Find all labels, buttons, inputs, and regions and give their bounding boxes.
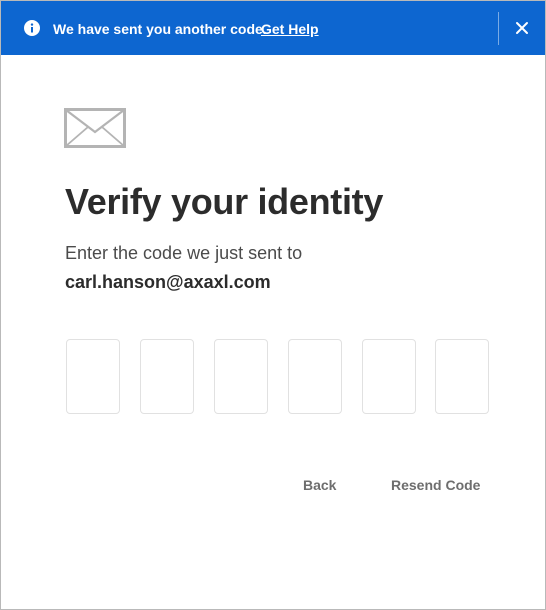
code-digit-5[interactable] <box>362 339 416 414</box>
get-help-link[interactable]: Get Help <box>261 20 319 38</box>
info-icon <box>24 20 40 36</box>
banner-message: We have sent you another code. <box>53 21 267 37</box>
subtitle-text: Enter the code we just sent to <box>65 243 303 263</box>
code-digit-2[interactable] <box>140 339 194 414</box>
notification-banner: We have sent you another code. Get Help <box>1 1 545 55</box>
back-button[interactable]: Back <box>303 476 336 494</box>
page-title: Verify your identity <box>65 181 384 222</box>
verify-dialog: We have sent you another code. Get Help … <box>0 0 546 610</box>
envelope-icon <box>64 108 126 148</box>
code-digit-4[interactable] <box>288 339 342 414</box>
banner-divider <box>498 12 499 45</box>
code-digit-3[interactable] <box>214 339 268 414</box>
close-icon[interactable] <box>515 21 529 35</box>
resend-code-button[interactable]: Resend Code <box>391 476 480 494</box>
email-address: carl.hanson@axaxl.com <box>65 272 271 292</box>
code-digit-6[interactable] <box>435 339 489 414</box>
code-digit-1[interactable] <box>66 339 120 414</box>
